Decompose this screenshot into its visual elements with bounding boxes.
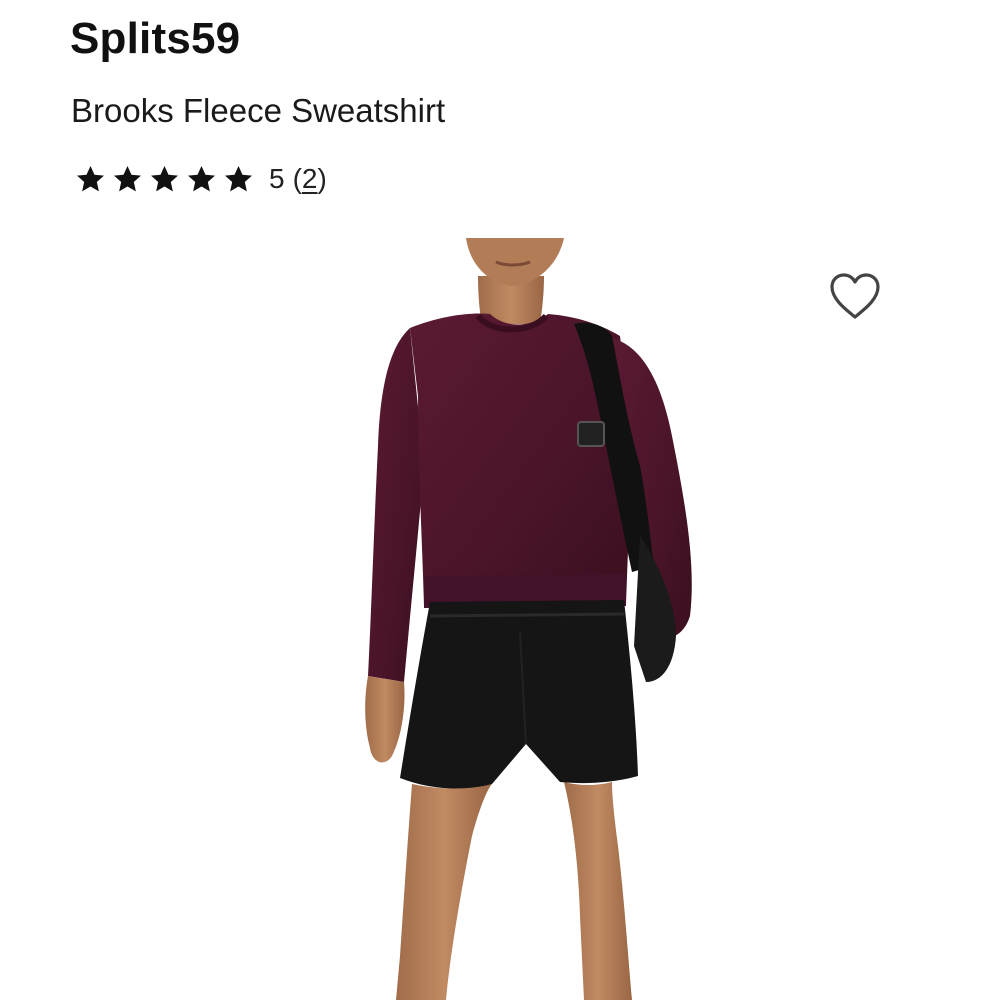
review-count-link[interactable]: (2) (293, 163, 327, 195)
product-title: Brooks Fleece Sweatshirt (71, 92, 446, 129)
star-icon (151, 165, 178, 191)
product-photo (365, 238, 692, 1000)
rating-value: 5 (269, 163, 285, 194)
product-rating[interactable]: 5 (2) (74, 160, 327, 198)
star-icon (188, 165, 215, 191)
review-count-close: ) (317, 163, 327, 194)
product-page: Splits59 Brooks Fleece Sweatshirt 5 (2) (0, 0, 1000, 1000)
star-icon (114, 165, 141, 191)
star-icon (225, 165, 252, 191)
review-count-open: ( (292, 163, 302, 194)
rating-stars (74, 163, 255, 196)
heart-outline-icon[interactable] (828, 272, 882, 322)
brand-name-link[interactable]: Splits59 (70, 14, 240, 64)
review-count-number[interactable]: 2 (302, 163, 318, 194)
product-image-container[interactable] (0, 236, 1000, 1000)
star-icon (77, 165, 104, 191)
